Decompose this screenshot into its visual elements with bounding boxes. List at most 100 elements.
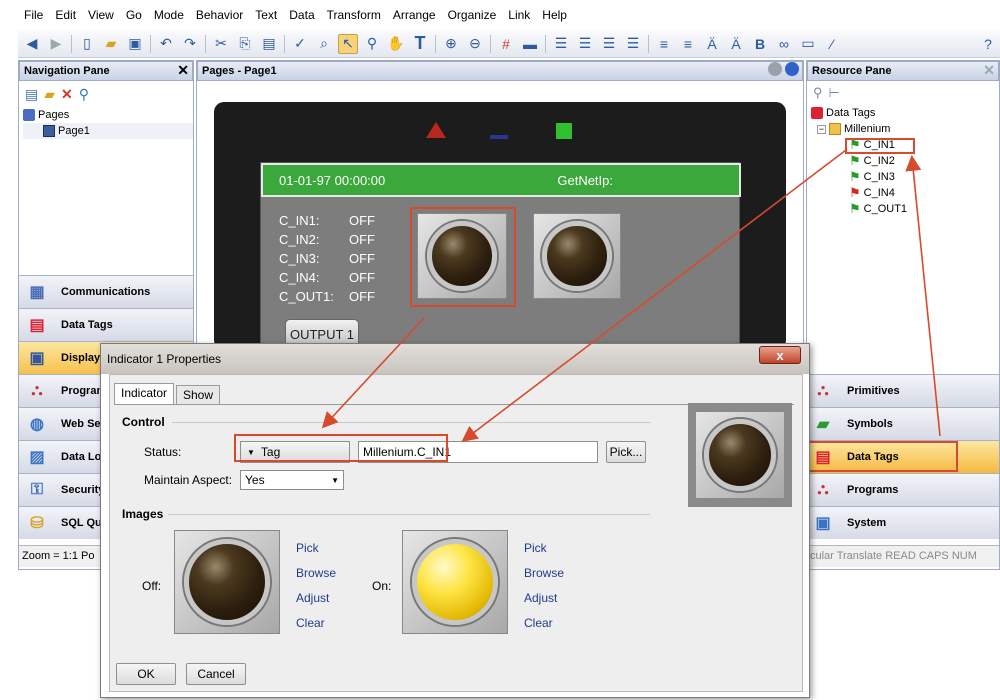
redo-icon[interactable]: ↷	[180, 34, 200, 54]
close-icon[interactable]: ✕	[177, 61, 189, 79]
off-clear-link[interactable]: Clear	[296, 616, 325, 630]
tag-c-in4[interactable]: ⚑ C_IN4	[811, 185, 999, 201]
zoom-in-icon[interactable]: ⊕	[441, 34, 461, 54]
tree-item-page1[interactable]: Page1	[23, 123, 193, 139]
menu-transform[interactable]: Transform	[321, 0, 387, 30]
cut-icon[interactable]: ✂	[211, 34, 231, 54]
align-icon[interactable]: B	[750, 34, 770, 54]
new-icon[interactable]: ▯	[77, 34, 97, 54]
alarm-triangle-icon	[426, 122, 446, 138]
forward-icon[interactable]	[785, 62, 799, 76]
on-adjust-link[interactable]: Adjust	[524, 591, 557, 605]
back-icon[interactable]: ◀	[22, 34, 42, 54]
close-button[interactable]: x	[759, 346, 801, 364]
off-adjust-link[interactable]: Adjust	[296, 591, 329, 605]
back-icon[interactable]	[768, 62, 782, 76]
undo-icon[interactable]: ↶	[156, 34, 176, 54]
paste-icon[interactable]: ▤	[259, 34, 279, 54]
on-image-preview[interactable]	[402, 530, 508, 634]
search-icon[interactable]: ⚲	[813, 85, 823, 101]
menu-go[interactable]: Go	[120, 0, 148, 30]
highlight-box	[808, 441, 958, 472]
help-icon[interactable]: ?	[978, 34, 998, 54]
on-pick-link[interactable]: Pick	[524, 541, 547, 555]
flag-icon[interactable]: ▬	[520, 34, 540, 54]
off-image-preview[interactable]	[174, 530, 280, 634]
res-button-primitives[interactable]: ⛬ Primitives	[807, 374, 999, 407]
menu-view[interactable]: View	[82, 0, 120, 30]
screen-header: 01-01-97 00:00:00 GetNetIp:	[261, 163, 741, 197]
align-icon[interactable]: Ä	[702, 34, 722, 54]
collapse-icon[interactable]: −	[817, 124, 826, 134]
pick-button[interactable]: Pick...	[606, 441, 646, 463]
menu-behavior[interactable]: Behavior	[190, 0, 249, 30]
tag-c-out1[interactable]: ⚑ C_OUT1	[811, 201, 999, 217]
add-folder-icon[interactable]: ▰	[44, 86, 55, 103]
indicator-2[interactable]	[533, 213, 621, 299]
off-browse-link[interactable]: Browse	[296, 566, 336, 580]
copy-icon[interactable]: ⎘	[235, 34, 255, 54]
align-icon[interactable]: ☰	[551, 34, 571, 54]
find-icon[interactable]: ⚲	[79, 86, 89, 103]
on-browse-link[interactable]: Browse	[524, 566, 564, 580]
select-icon[interactable]: ↖	[338, 33, 358, 54]
pan-icon[interactable]: ✋	[386, 34, 406, 54]
tree-item-millenium[interactable]: − Millenium	[811, 121, 999, 137]
menu-edit[interactable]: Edit	[49, 0, 82, 30]
align-icon[interactable]: ☰	[599, 34, 619, 54]
folder-icon	[829, 123, 841, 135]
align-icon[interactable]: ≡	[678, 34, 698, 54]
menu-text[interactable]: Text	[249, 0, 283, 30]
add-page-icon[interactable]: ▤	[25, 86, 38, 103]
screen-date: 01-01-97 00:00:00	[279, 172, 386, 188]
nav-button-data-tags[interactable]: ▤ Data Tags	[19, 308, 193, 341]
zoom-icon[interactable]: ⚲	[362, 34, 382, 54]
menu-organize[interactable]: Organize	[442, 0, 503, 30]
indicator-preview	[688, 403, 792, 507]
tree-item-data-tags[interactable]: Data Tags	[811, 105, 999, 121]
spell-icon[interactable]: ✓	[290, 34, 310, 54]
off-label: Off:	[142, 579, 162, 593]
res-button-programs[interactable]: ⛬ Programs	[807, 473, 999, 506]
tag-label: C_IN1:	[279, 213, 320, 228]
menu-file[interactable]: File	[18, 0, 49, 30]
dialog-body: Indicator Show Control Status: ▼ Tag Mil…	[109, 374, 803, 692]
ok-button[interactable]: OK	[116, 663, 176, 685]
res-button-system[interactable]: ▣ System	[807, 506, 999, 539]
nav-button-communications[interactable]: ▦ Communications	[19, 275, 193, 308]
zoom-out-icon[interactable]: ⊖	[465, 34, 485, 54]
grid-icon[interactable]: #	[496, 34, 516, 54]
off-pick-link[interactable]: Pick	[296, 541, 319, 555]
align-icon[interactable]: ☰	[575, 34, 595, 54]
pages-icon	[23, 109, 35, 121]
delete-icon[interactable]: ✕	[61, 86, 73, 103]
tag-c-in3[interactable]: ⚑ C_IN3	[811, 169, 999, 185]
align-icon[interactable]: Ä	[726, 34, 746, 54]
menu-mode[interactable]: Mode	[148, 0, 190, 30]
menu-link[interactable]: Link	[502, 0, 536, 30]
save-icon[interactable]: ▣	[125, 34, 145, 54]
find-icon[interactable]: ⌕	[314, 34, 334, 54]
cancel-button[interactable]: Cancel	[186, 663, 246, 685]
forward-icon[interactable]: ▶	[46, 34, 66, 54]
tab-show[interactable]: Show	[176, 385, 221, 405]
maintain-aspect-select[interactable]: Yes ▼	[240, 470, 344, 490]
tab-indicator[interactable]: Indicator	[114, 383, 175, 405]
res-button-symbols[interactable]: ▰ Symbols	[807, 407, 999, 440]
close-icon[interactable]: ✕	[983, 61, 995, 79]
menu-help[interactable]: Help	[536, 0, 573, 30]
text-icon[interactable]: T	[410, 33, 430, 54]
menu-data[interactable]: Data	[283, 0, 320, 30]
navigation-pane-header: Navigation Pane ✕	[19, 61, 193, 81]
align-icon[interactable]: ⁄	[822, 34, 842, 54]
menu-arrange[interactable]: Arrange	[387, 0, 442, 30]
align-icon[interactable]: ∞	[774, 34, 794, 54]
align-icon[interactable]: ▭	[798, 34, 818, 54]
tree-item-pages[interactable]: Pages	[23, 107, 193, 123]
align-icon[interactable]: ≡	[654, 34, 674, 54]
align-icon[interactable]: ☰	[623, 34, 643, 54]
open-icon[interactable]: ▰	[101, 34, 121, 54]
tag-c-in2[interactable]: ⚑ C_IN2	[811, 153, 999, 169]
tree-view-icon[interactable]: ⊢	[829, 85, 840, 101]
on-clear-link[interactable]: Clear	[524, 616, 553, 630]
